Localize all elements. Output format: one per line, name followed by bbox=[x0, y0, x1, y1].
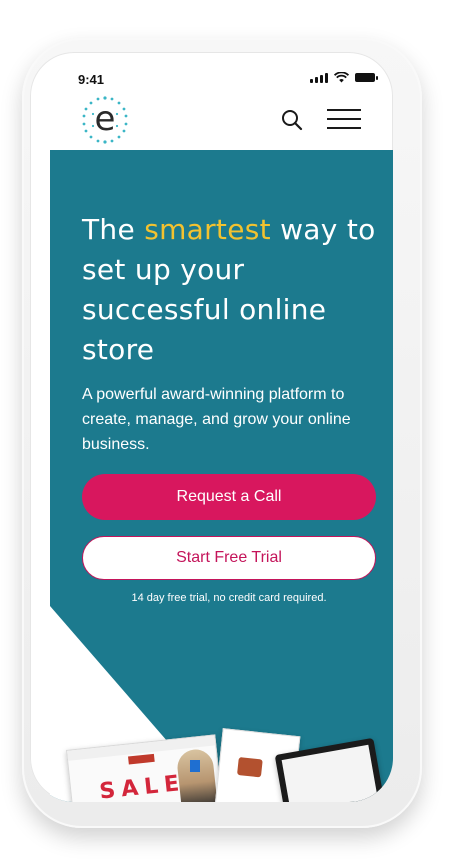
hero-section: The smartest way to set up your successf… bbox=[50, 150, 393, 802]
status-icons bbox=[310, 72, 378, 83]
start-free-trial-button[interactable]: Start Free Trial bbox=[82, 536, 376, 580]
brand-logo[interactable]: e bbox=[80, 95, 130, 145]
headline-text: The bbox=[82, 213, 145, 246]
hamburger-menu-icon bbox=[327, 109, 361, 111]
signal-icon bbox=[310, 72, 328, 83]
hero-subtext: A powerful award-winning platform to cre… bbox=[82, 386, 351, 453]
request-call-button[interactable]: Request a Call bbox=[82, 474, 376, 520]
wifi-icon bbox=[334, 72, 349, 83]
battery-icon bbox=[355, 73, 378, 82]
page-stage: 9:41 e The smartest way to set up your s… bbox=[0, 0, 450, 863]
search-icon bbox=[282, 110, 303, 131]
headline-highlight: smartest bbox=[144, 213, 271, 246]
hero-headline: The smartest way to set up your successf… bbox=[82, 210, 382, 370]
hamburger-line bbox=[327, 127, 361, 129]
search-button[interactable] bbox=[280, 108, 304, 132]
hamburger-line bbox=[327, 118, 361, 120]
laptop-screen bbox=[281, 744, 379, 802]
logo-letter: e bbox=[94, 99, 116, 139]
devices-preview-image: SALE bbox=[50, 710, 393, 802]
desktop-preview: SALE bbox=[66, 734, 224, 802]
preview-logo bbox=[128, 753, 155, 765]
preview-sale-text: SALE bbox=[98, 770, 187, 802]
menu-button[interactable] bbox=[327, 109, 363, 131]
preview-product-image bbox=[237, 757, 263, 778]
trial-note: 14 day free trial, no credit card requir… bbox=[131, 592, 327, 604]
status-time: 9:41 bbox=[78, 72, 105, 87]
phone-screen: 9:41 e The smartest way to set up your s… bbox=[30, 52, 393, 802]
preview-blue-item bbox=[190, 760, 200, 772]
preview-model-photo bbox=[175, 747, 218, 802]
